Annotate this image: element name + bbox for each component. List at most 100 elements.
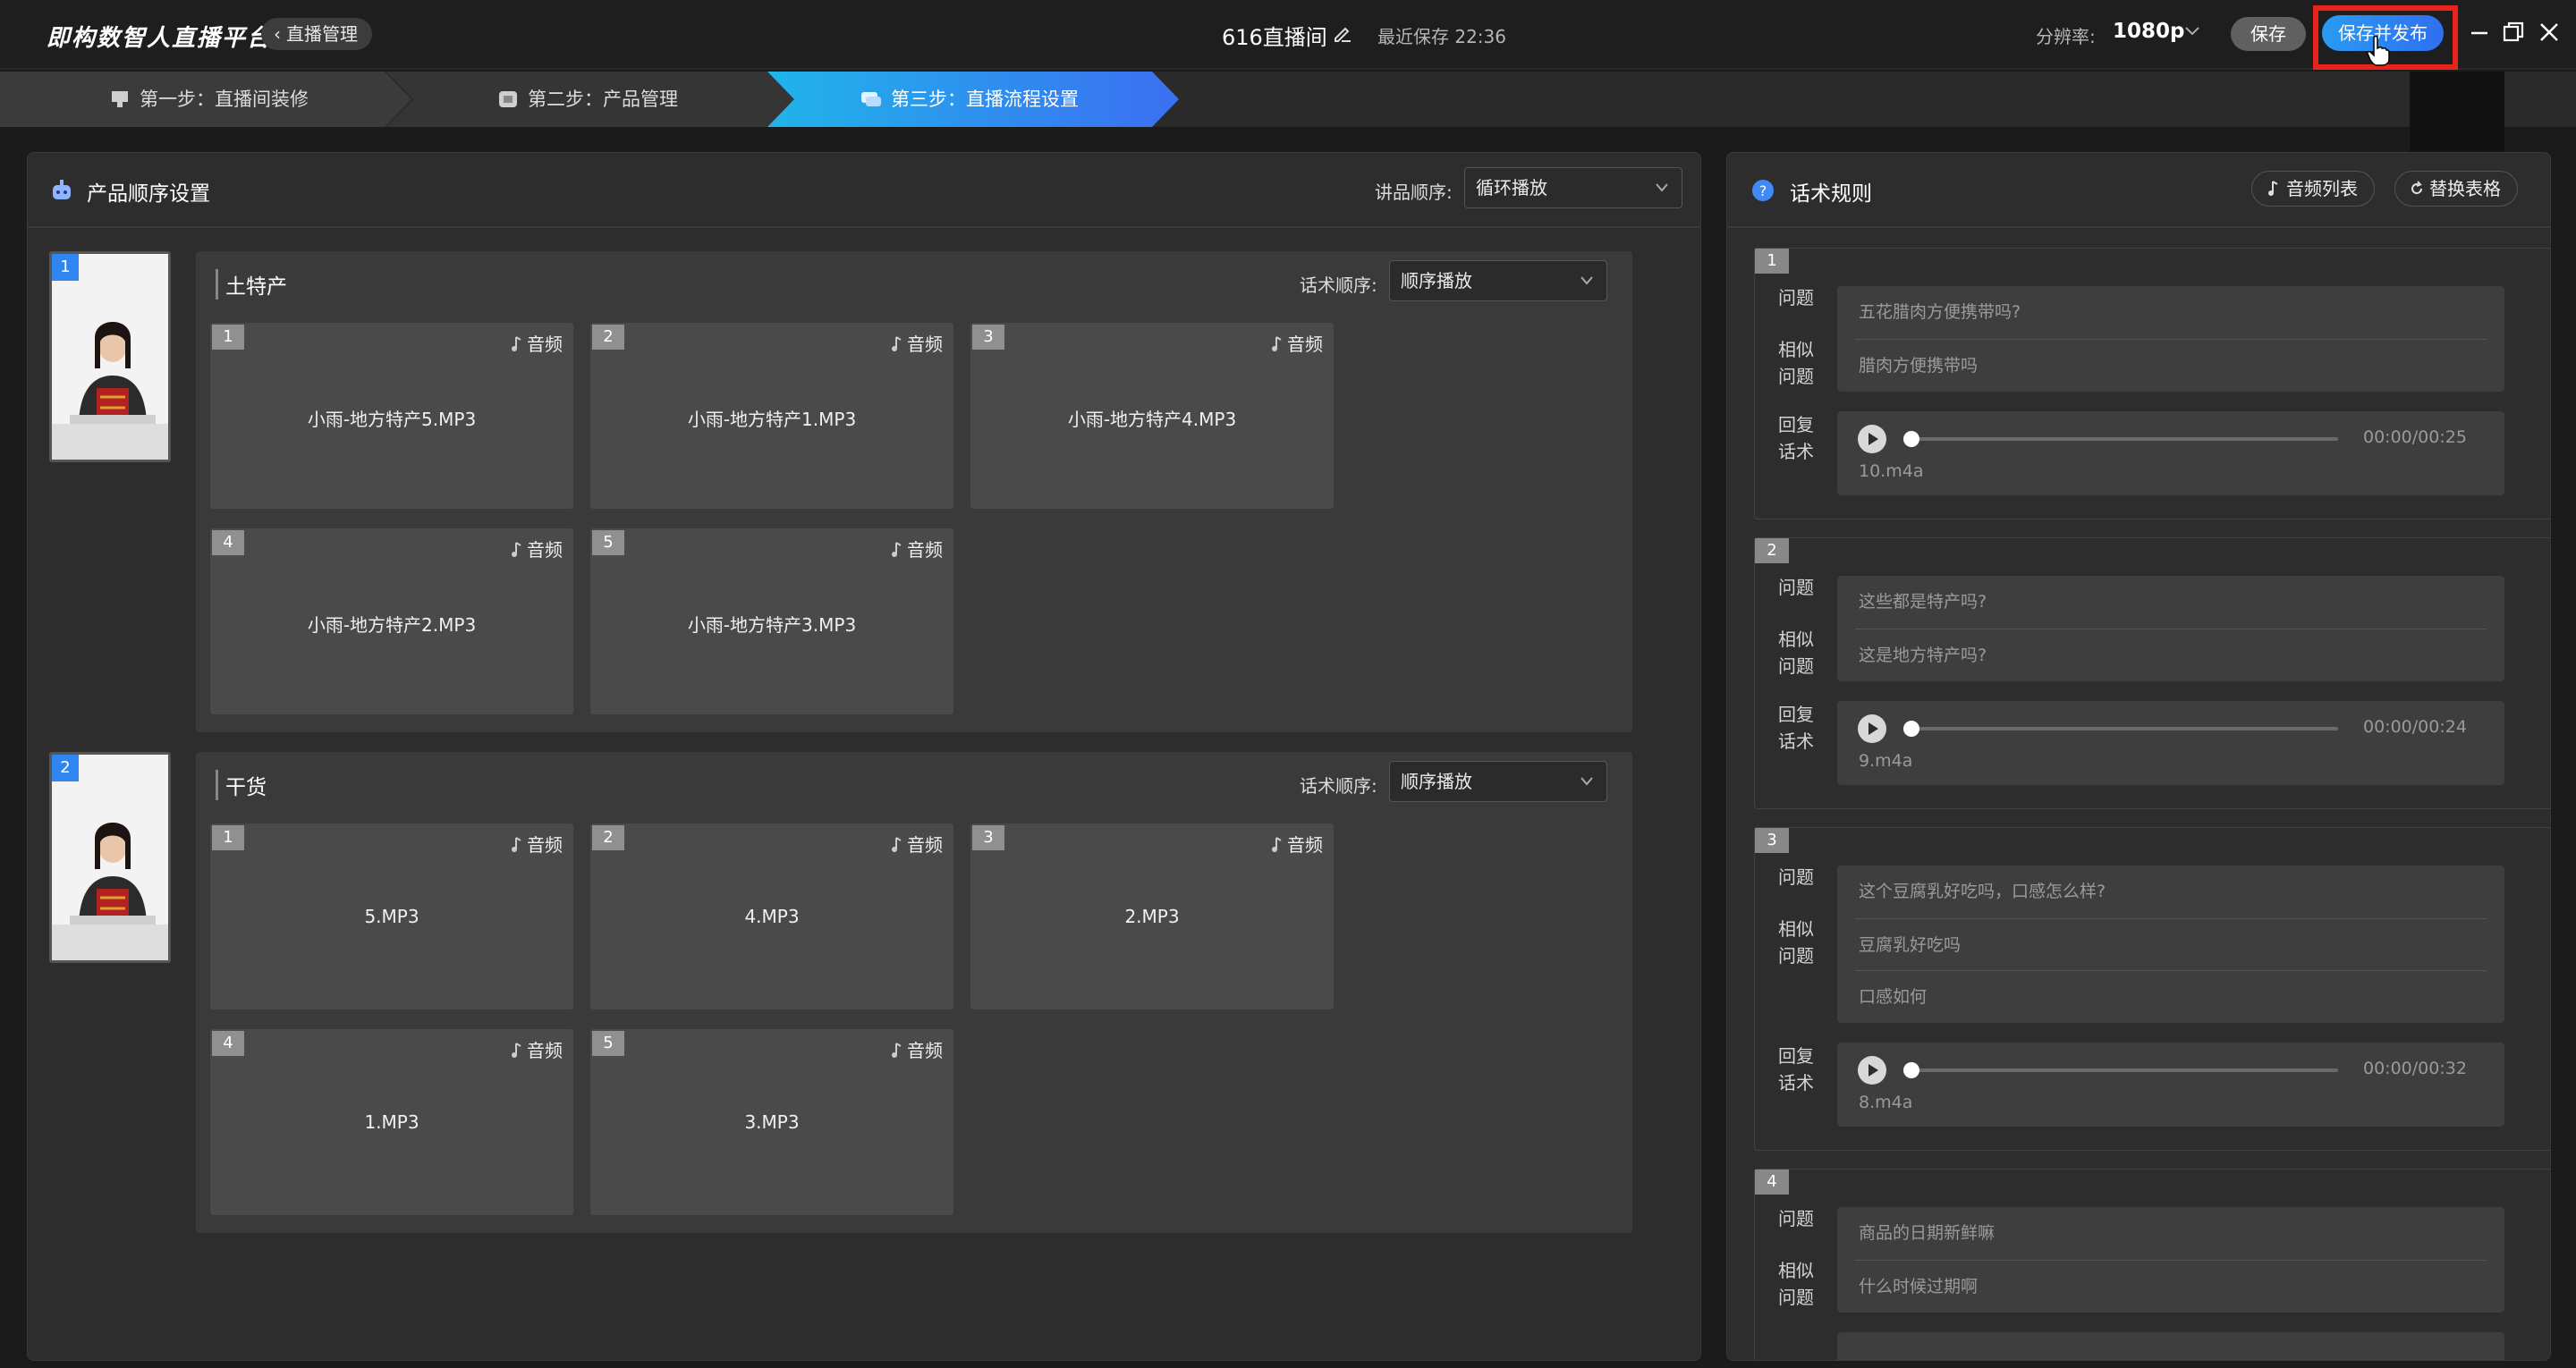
restore-icon[interactable]	[2501, 20, 2526, 45]
audio-tag-label: 音频	[527, 334, 563, 355]
audio-card[interactable]: 5 音频 小雨-地方特产3.MP3	[590, 528, 953, 714]
last-save-status: 最近保存 22:36	[1377, 26, 1506, 47]
product-thumbnail[interactable]: 2	[49, 752, 171, 963]
card-number: 2	[592, 825, 624, 850]
question-box[interactable]: 商品的日期新鲜嘛 什么时候过期啊	[1837, 1207, 2504, 1313]
progress-handle[interactable]	[1903, 431, 1919, 447]
similar-question-text[interactable]: 口感如何	[1859, 971, 2483, 1023]
card-number: 4	[212, 530, 244, 555]
close-icon[interactable]	[2537, 20, 2562, 45]
question-text[interactable]: 五花腊肉方便携带吗?	[1859, 286, 2483, 338]
audio-tag: 音频	[1271, 831, 1323, 857]
chevron-down-icon	[1580, 777, 1593, 786]
robot-icon	[53, 180, 71, 199]
audio-card[interactable]: 5 音频 3.MP3	[590, 1029, 953, 1215]
speech-rule-card: 3 问题 相似 问题 这个豆腐乳好吃吗，口感怎么样? 豆腐乳好吃吗 口感如何 回复…	[1754, 827, 2550, 1151]
step-2-tab[interactable]: 第二步：产品管理	[497, 72, 678, 127]
audio-file-name: 3.MP3	[744, 1111, 800, 1133]
audio-file-name: 10.m4a	[1859, 461, 1924, 481]
audio-file-name: 9.m4a	[1859, 751, 1913, 771]
audio-card[interactable]: 4 音频 1.MP3	[210, 1029, 573, 1215]
question-box[interactable]: 这个豆腐乳好吃吗，口感怎么样? 豆腐乳好吃吗 口感如何	[1837, 866, 2504, 1023]
audio-file-name: 小雨-地方特产4.MP3	[1067, 409, 1237, 430]
speech-order-value: 顺序播放	[1401, 270, 1472, 291]
reply-audio-player	[1837, 1332, 2504, 1360]
top-bar: 即构数智人直播平台 ‹ 直播管理 616直播间 最近保存 22:36 分辨率: 1…	[0, 0, 2576, 70]
audio-list-button[interactable]: 音频列表	[2251, 171, 2375, 207]
card-number: 3	[972, 325, 1004, 350]
save-button[interactable]: 保存	[2231, 17, 2306, 51]
hand-cursor-icon	[2367, 36, 2390, 66]
similar-label: 相似 问题	[1778, 629, 1814, 677]
play-icon[interactable]	[1857, 1055, 1887, 1085]
replace-table-label: 替换表格	[2429, 178, 2501, 199]
similar-label: 相似 问题	[1778, 1260, 1814, 1308]
audio-progress-bar[interactable]	[1903, 721, 2338, 737]
similar-question-text[interactable]: 什么时候过期啊	[1859, 1261, 2483, 1313]
card-number: 3	[972, 825, 1004, 850]
speech-rules-title: 话术规则	[1790, 182, 1872, 206]
step-1-label: 第一步：直播间装修	[140, 89, 309, 110]
speech-order-value: 顺序播放	[1401, 771, 1472, 792]
chevron-down-icon	[1580, 276, 1593, 285]
play-icon[interactable]	[1857, 714, 1887, 744]
audio-card[interactable]: 3 音频 小雨-地方特产4.MP3	[970, 323, 1334, 509]
reply-label: 回复 话术	[1778, 414, 1814, 462]
order-select[interactable]: 循环播放	[1464, 167, 1682, 208]
speech-order-select[interactable]: 顺序播放	[1389, 761, 1607, 802]
presenter-image	[52, 254, 168, 460]
question-box[interactable]: 五花腊肉方便携带吗? 腊肉方便携带吗	[1837, 286, 2504, 392]
audio-card[interactable]: 1 音频 小雨-地方特产5.MP3	[210, 323, 573, 509]
speech-rules-header: ? 话术规则 音频列表 替换表格	[1727, 153, 2550, 228]
audio-card[interactable]: 4 音频 小雨-地方特产2.MP3	[210, 528, 573, 714]
card-number: 2	[592, 325, 624, 350]
minimize-icon[interactable]	[2467, 20, 2492, 45]
question-label: 问题	[1778, 1208, 1814, 1229]
product-group: 土特产 话术顺序: 顺序播放 1 音频 小雨-地方特产5.MP3 2 音频 小雨…	[196, 251, 1632, 732]
resolution-select[interactable]: 1080p	[2113, 20, 2184, 43]
audio-tag: 音频	[511, 536, 563, 562]
audio-progress-bar[interactable]	[1903, 431, 2338, 447]
audio-card[interactable]: 1 音频 5.MP3	[210, 823, 573, 1009]
speech-rule-card: 1 问题 相似 问题 五花腊肉方便携带吗? 腊肉方便携带吗 回复 话术 00:00/…	[1754, 248, 2550, 519]
question-text[interactable]: 这些都是特产吗?	[1859, 576, 2483, 628]
page-title: 616直播间	[1222, 25, 1327, 50]
audio-tag-label: 音频	[907, 834, 943, 856]
speech-order-select[interactable]: 顺序播放	[1389, 260, 1607, 301]
similar-question-text[interactable]: 豆腐乳好吃吗	[1859, 919, 2483, 971]
audio-progress-bar[interactable]	[1903, 1062, 2338, 1078]
product-thumbnail[interactable]: 1	[49, 251, 171, 462]
reply-label: 回复 话术	[1778, 704, 1814, 752]
edit-icon[interactable]	[1333, 23, 1352, 43]
step-1-tab[interactable]: 第一步：直播间装修	[109, 72, 309, 127]
question-text[interactable]: 商品的日期新鲜嘛	[1859, 1207, 2483, 1259]
step-3-tab[interactable]: 第三步：直播流程设置	[860, 72, 1079, 127]
audio-card[interactable]: 2 音频 小雨-地方特产1.MP3	[590, 323, 953, 509]
audio-card[interactable]: 3 音频 2.MP3	[970, 823, 1334, 1009]
music-note-icon	[512, 1043, 521, 1058]
chevron-down-icon[interactable]	[2184, 25, 2200, 38]
rule-number: 3	[1755, 828, 1789, 853]
replace-table-button[interactable]: 替换表格	[2394, 171, 2518, 207]
similar-question-text[interactable]: 腊肉方便携带吗	[1859, 340, 2483, 392]
progress-handle[interactable]	[1903, 1062, 1919, 1078]
progress-handle[interactable]	[1903, 721, 1919, 737]
audio-file-name: 小雨-地方特产3.MP3	[687, 614, 857, 636]
speech-rule-card: 4 问题 相似 问题 商品的日期新鲜嘛 什么时候过期啊	[1754, 1169, 2550, 1360]
audio-time: 00:00/00:32	[2363, 1059, 2467, 1078]
audio-file-name: 小雨-地方特产5.MP3	[307, 409, 477, 430]
monitor-icon	[112, 91, 128, 107]
audio-tag: 音频	[1271, 330, 1323, 356]
play-icon[interactable]	[1857, 424, 1887, 454]
audio-card[interactable]: 2 音频 4.MP3	[590, 823, 953, 1009]
app-logo: 即构数智人直播平台	[47, 25, 273, 52]
audio-file-name: 2.MP3	[1124, 906, 1180, 927]
question-box[interactable]: 这些都是特产吗? 这是地方特产吗?	[1837, 576, 2504, 681]
order-label: 讲品顺序:	[1375, 182, 1453, 203]
similar-question-text[interactable]: 这是地方特产吗?	[1859, 629, 2483, 681]
question-text[interactable]: 这个豆腐乳好吃吗，口感怎么样?	[1859, 866, 2483, 917]
resolution-label: 分辨率:	[2036, 26, 2096, 47]
back-to-live-management-button[interactable]: ‹ 直播管理	[261, 18, 372, 50]
audio-tag-label: 音频	[527, 1040, 563, 1061]
product-index-badge: 2	[52, 755, 79, 781]
